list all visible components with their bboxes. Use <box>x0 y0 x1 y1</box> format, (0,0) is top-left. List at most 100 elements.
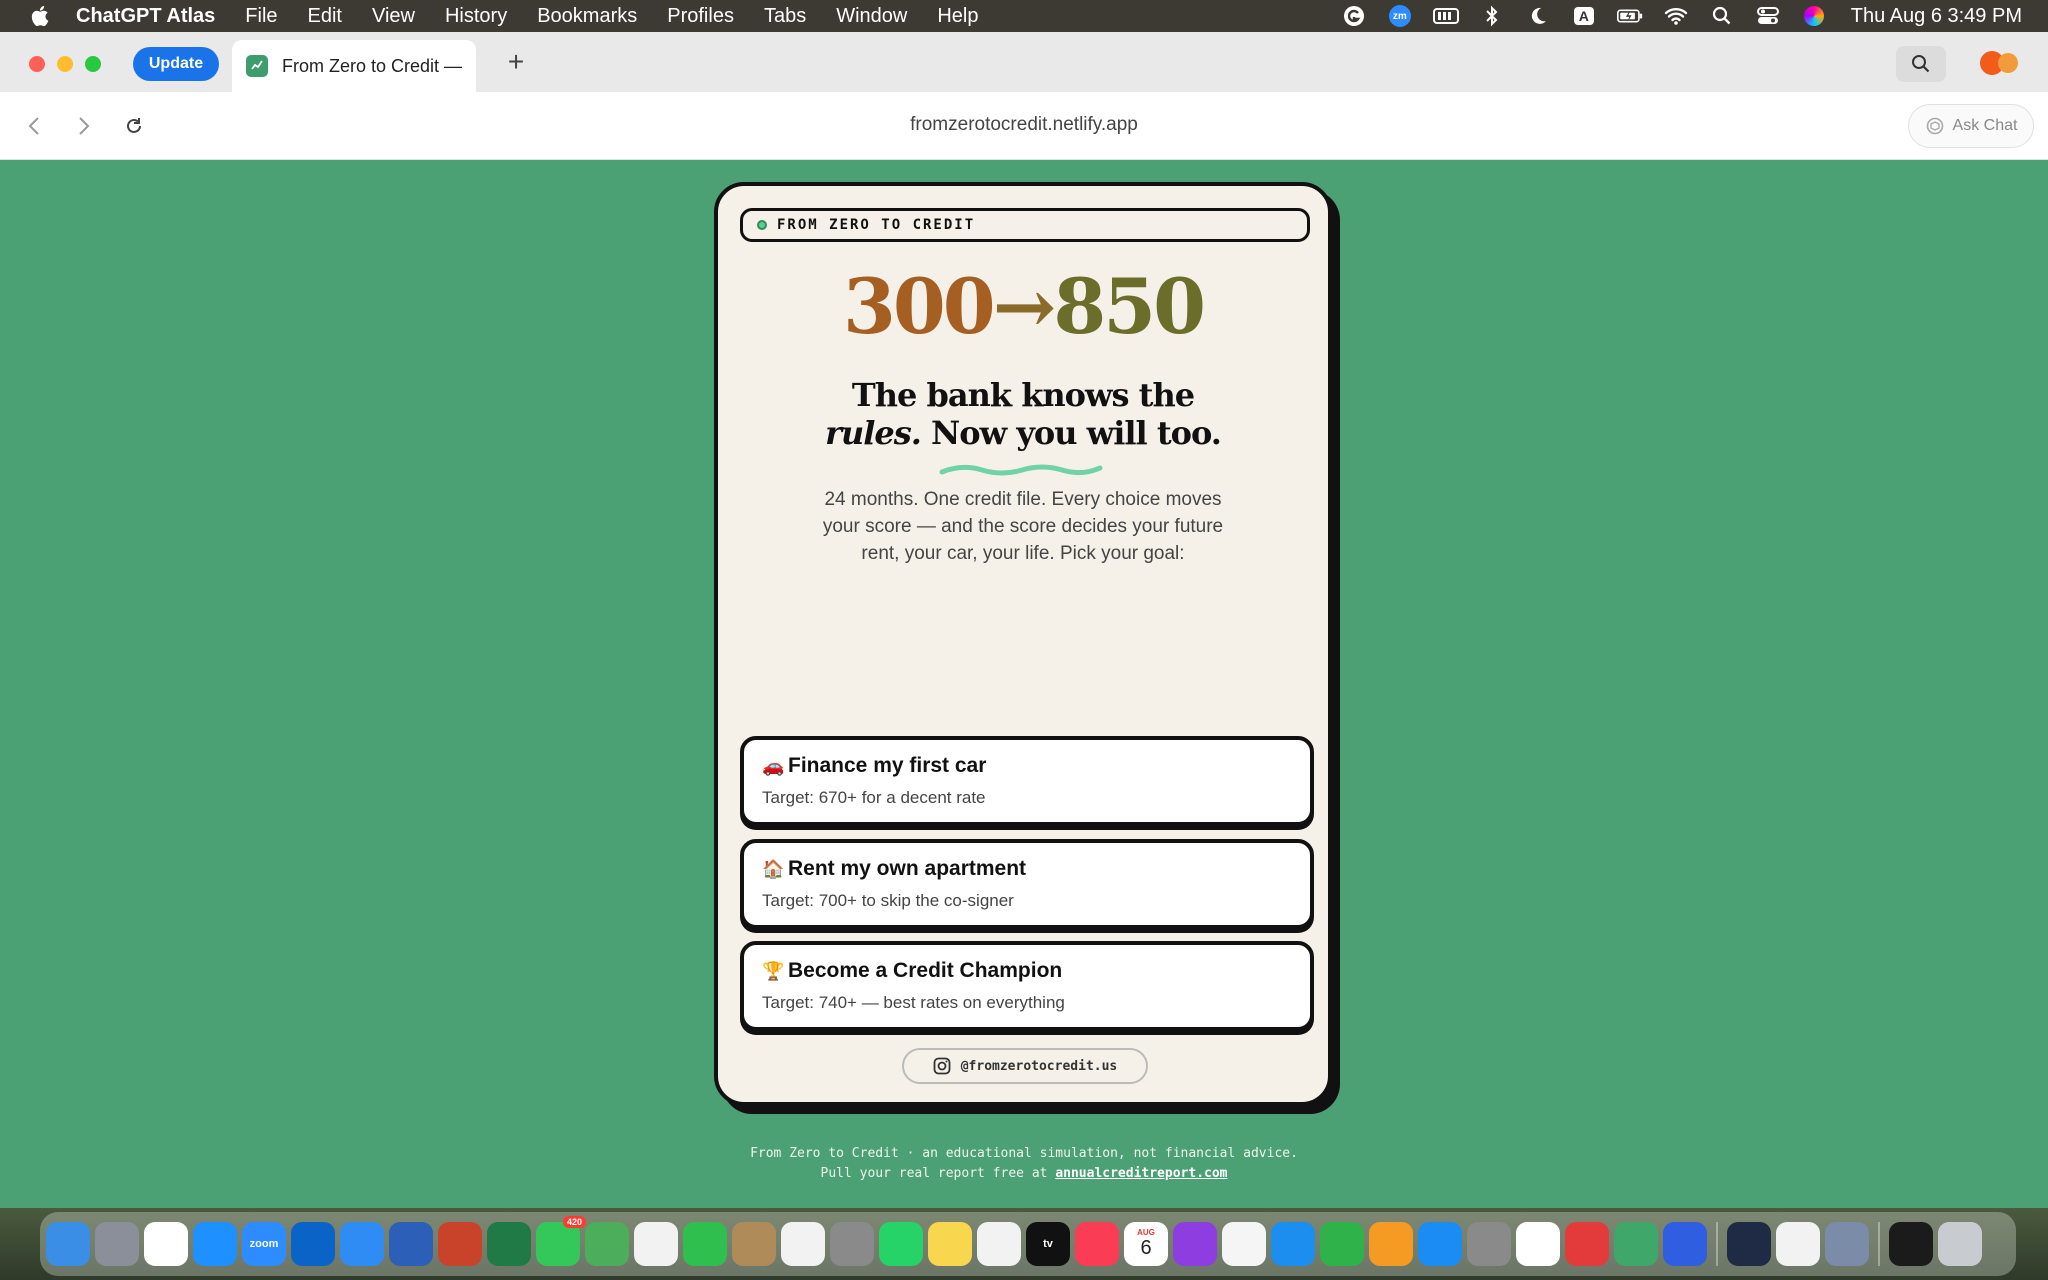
menu-history[interactable]: History <box>445 5 507 28</box>
control-center-icon[interactable] <box>1755 5 1781 27</box>
moon-icon[interactable] <box>1525 5 1551 27</box>
ask-chat-label: Ask Chat <box>1952 117 2018 134</box>
dock-messages-icon[interactable]: 420 <box>536 1216 586 1266</box>
dock-keynote-icon[interactable] <box>1271 1222 1315 1266</box>
menu-view[interactable]: View <box>372 5 415 28</box>
dock-maps-icon[interactable] <box>585 1222 629 1266</box>
dock-notes-icon[interactable] <box>928 1222 972 1266</box>
ask-chat-button[interactable]: Ask Chat <box>1908 104 2034 148</box>
zoom-icon[interactable]: zm <box>1387 5 1413 27</box>
tab-search-button[interactable] <box>1896 46 1946 82</box>
dock-powerpoint-icon[interactable] <box>438 1222 482 1266</box>
dock-iphone-mirroring-icon[interactable] <box>830 1222 874 1266</box>
zoom-window-button[interactable] <box>85 56 101 72</box>
goal-card-champion[interactable]: 🏆 Become a Credit Champion Target: 740+ … <box>740 941 1314 1031</box>
goal-subtitle: Target: 700+ to skip the co-signer <box>762 891 1014 910</box>
house-icon: 🏠 <box>762 858 785 879</box>
zoom-status-label: zm <box>1388 5 1411 27</box>
calendar-month: AUG <box>1137 1228 1155 1237</box>
minimize-window-button[interactable] <box>57 56 73 72</box>
dock-contacts-icon[interactable] <box>732 1222 776 1266</box>
menu-bar: ChatGPT Atlas File Edit View History Boo… <box>0 0 2048 32</box>
goal-card-apartment[interactable]: 🏠 Rent my own apartment Target: 700+ to … <box>740 839 1314 929</box>
dock-launchpad-icon[interactable] <box>95 1222 139 1266</box>
dock-pages-icon[interactable] <box>1369 1222 1413 1266</box>
goal-title: Finance my first car <box>788 754 987 777</box>
score-from: 300 <box>843 262 996 351</box>
close-window-button[interactable] <box>29 56 45 72</box>
update-button[interactable]: Update <box>133 47 219 81</box>
dock-readdle-icon[interactable] <box>1663 1222 1707 1266</box>
new-tab-button[interactable]: + <box>500 46 532 78</box>
dock-whatsapp-icon[interactable] <box>879 1222 923 1266</box>
dock-telegram-icon[interactable] <box>1727 1222 1771 1266</box>
dock-drive-icon[interactable] <box>1776 1222 1820 1266</box>
grammarly-icon[interactable] <box>1341 5 1367 27</box>
profile-icon[interactable] <box>1980 50 2020 76</box>
dock-outlook-icon[interactable] <box>291 1222 335 1266</box>
spotlight-icon[interactable] <box>1709 5 1735 27</box>
bluetooth-icon[interactable] <box>1479 5 1505 27</box>
dock-preview-icon[interactable] <box>1825 1222 1869 1266</box>
menubar-clock[interactable]: Thu Aug 6 3:49 PM <box>1851 5 2022 28</box>
menu-tabs[interactable]: Tabs <box>764 5 806 28</box>
chatgpt-icon <box>1926 117 1943 135</box>
dock-chrome-icon[interactable] <box>144 1222 188 1266</box>
brand-pill-label: FROM ZERO TO CREDIT <box>777 217 976 233</box>
intro-text: 24 months. One credit file. Every choice… <box>822 489 1224 564</box>
dock-excel-icon[interactable] <box>487 1222 531 1266</box>
url-field[interactable]: fromzerotocredit.netlify.app <box>0 114 2048 136</box>
goal-subtitle: Target: 740+ — best rates on everything <box>762 993 1065 1012</box>
dock-cleanmaster-icon[interactable] <box>1614 1222 1658 1266</box>
instagram-link[interactable]: @fromzerotocredit.us <box>902 1048 1148 1084</box>
battery-app-icon[interactable] <box>1432 5 1459 27</box>
annualcreditreport-link[interactable]: annualcreditreport.com <box>1055 1166 1227 1181</box>
dock-facetime-icon[interactable] <box>683 1222 727 1266</box>
dock-webex-icon[interactable] <box>1516 1222 1560 1266</box>
dock-toolbox-icon[interactable] <box>1565 1222 1609 1266</box>
menu-edit[interactable]: Edit <box>308 5 342 28</box>
dock-calendar-icon[interactable]: AUG 6 <box>1124 1222 1168 1266</box>
dock-music-icon[interactable] <box>1075 1222 1119 1266</box>
dock-zoom-icon[interactable]: zoom <box>242 1222 286 1266</box>
dock-trash-icon[interactable] <box>1938 1222 1982 1266</box>
battery-icon[interactable] <box>1616 5 1643 27</box>
dock-word-icon[interactable] <box>389 1222 433 1266</box>
status-dot-icon <box>757 220 767 230</box>
dock-freeform-icon[interactable] <box>977 1222 1021 1266</box>
input-source-icon[interactable]: A <box>1571 5 1597 27</box>
dock-reminders-icon[interactable] <box>781 1222 825 1266</box>
dock-system-settings-icon[interactable] <box>1467 1222 1511 1266</box>
footer-report-prefix: Pull your real report free at <box>820 1166 1056 1181</box>
dock-safari-icon[interactable] <box>193 1222 237 1266</box>
menu-profiles[interactable]: Profiles <box>667 5 734 28</box>
dock: zoom 420 tv AUG 6 <box>0 1208 2048 1280</box>
dock-terminal-icon[interactable] <box>1889 1222 1933 1266</box>
headline: The bank knows the rules. Now you will t… <box>718 376 1328 452</box>
search-icon <box>1912 55 1930 73</box>
wifi-icon[interactable] <box>1663 5 1689 27</box>
score-to: 850 <box>1053 262 1206 351</box>
dock-podcasts-icon[interactable] <box>1173 1222 1217 1266</box>
menu-help[interactable]: Help <box>937 5 978 28</box>
dock-apple-tv-icon[interactable]: tv <box>1026 1222 1070 1266</box>
trophy-icon: 🏆 <box>762 960 785 981</box>
dock-mail-icon[interactable] <box>340 1222 384 1266</box>
dock-numbers-icon[interactable] <box>1320 1222 1364 1266</box>
app-name-menu[interactable]: ChatGPT Atlas <box>76 5 215 28</box>
dock-photos-icon[interactable] <box>634 1222 678 1266</box>
goal-card-car[interactable]: 🚗 Finance my first car Target: 670+ for … <box>740 736 1314 826</box>
tab-active[interactable]: From Zero to Credit — <box>232 40 476 92</box>
apple-menu-icon[interactable] <box>26 5 54 27</box>
car-icon: 🚗 <box>762 755 785 776</box>
footer-disclaimer: From Zero to Credit · an educational sim… <box>750 1146 1298 1161</box>
dock-finder-icon[interactable] <box>46 1222 90 1266</box>
tab-bar: Update From Zero to Credit — + <box>0 32 2048 92</box>
status-area: zm A Thu Aug 6 3:49 PM <box>1341 0 2022 32</box>
menu-window[interactable]: Window <box>836 5 907 28</box>
siri-icon[interactable] <box>1801 5 1827 27</box>
dock-news-icon[interactable] <box>1222 1222 1266 1266</box>
dock-app-store-icon[interactable] <box>1418 1222 1462 1266</box>
menu-bookmarks[interactable]: Bookmarks <box>537 5 637 28</box>
menu-file[interactable]: File <box>245 5 277 28</box>
